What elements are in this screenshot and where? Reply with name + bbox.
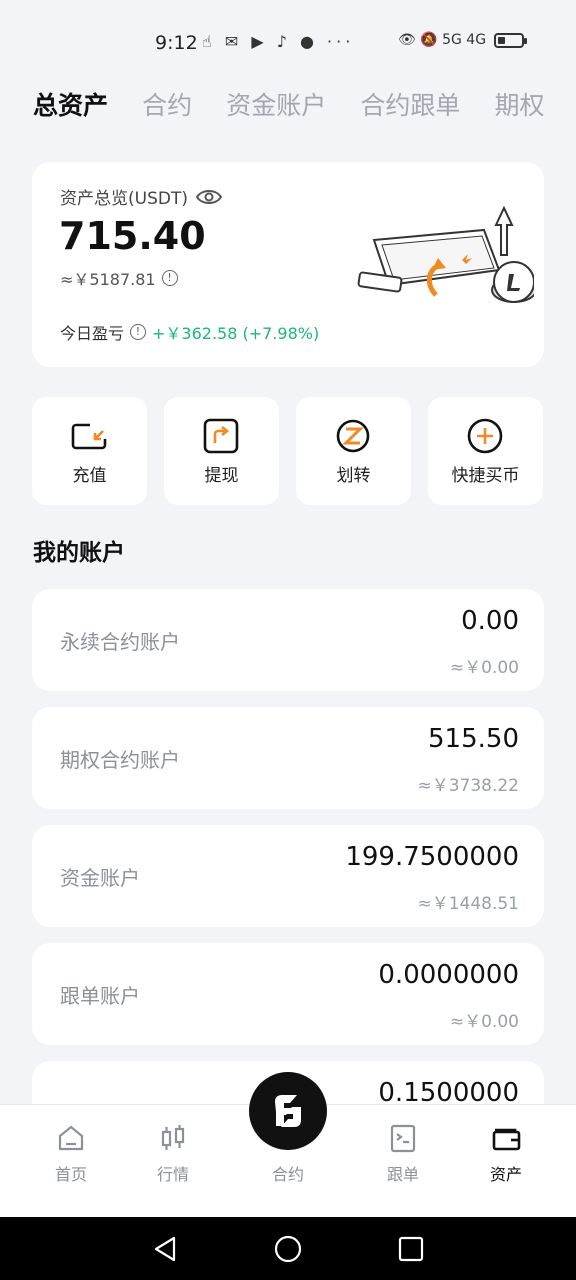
back-icon[interactable] [150, 1234, 180, 1264]
overview-label: 资产总览(USDT) [60, 189, 188, 209]
status-bar: 9:12 ☝ ✉ ▶ ♪ ● ··· 👁 🔕 5G 4G [0, 0, 576, 84]
withdraw-label: 提现 [204, 466, 239, 486]
account-name: 跟单账户 [60, 984, 140, 1008]
account-cny: ≈￥0.00 [449, 1012, 519, 1032]
account-value: 0.00 [461, 606, 519, 636]
withdraw-icon [203, 418, 239, 454]
home-circle-icon[interactable] [273, 1234, 303, 1264]
contract-logo-icon [275, 1095, 301, 1127]
tab-funding-account[interactable]: 资金账户 [226, 86, 326, 126]
system-navigation-bar [0, 1217, 576, 1280]
account-row-options[interactable]: 期权合约账户 515.50 ≈￥3738.22 [32, 707, 544, 809]
overview-label-row: 资产总览(USDT) [60, 184, 222, 209]
nav-home-label: 首页 [54, 1165, 87, 1184]
quick-buy-button[interactable]: 快捷买币 [428, 397, 543, 505]
tab-copy-trading[interactable]: 合约跟单 [360, 86, 460, 126]
copy-trade-icon [390, 1124, 416, 1153]
account-row-perpetual[interactable]: 永续合约账户 0.00 ≈￥0.00 [32, 589, 544, 691]
status-right-icons: 👁 🔕 5G 4G [398, 32, 528, 48]
total-assets-cny: ≈￥5187.81 [60, 270, 156, 289]
deposit-icon [71, 423, 107, 450]
transfer-icon [336, 419, 370, 453]
nav-market-label: 行情 [156, 1165, 189, 1184]
total-assets-cny-row: ≈￥5187.81 ! [60, 266, 178, 290]
tab-contract[interactable]: 合约 [142, 86, 192, 126]
transfer-button[interactable]: 划转 [296, 397, 411, 505]
account-cny: ≈￥3738.22 [417, 776, 519, 796]
center-contract-button[interactable] [249, 1072, 327, 1150]
account-value: 515.50 [428, 724, 519, 754]
my-accounts-title: 我的账户 [33, 540, 125, 566]
nav-copy-trade[interactable]: 跟单 [363, 1105, 443, 1218]
account-value: 0.0000000 [378, 960, 519, 990]
quick-buy-icon [467, 418, 503, 454]
account-value: 199.7500000 [345, 842, 519, 872]
deposit-label: 充值 [72, 466, 107, 486]
quick-buy-label: 快捷买币 [451, 466, 520, 486]
info-icon[interactable]: ! [161, 270, 178, 286]
info-icon[interactable]: ! [130, 324, 147, 340]
tab-options[interactable]: 期权 [494, 86, 544, 126]
deposit-button[interactable]: 充值 [32, 397, 147, 505]
today-pnl-value: +￥362.58 (+7.98%) [152, 324, 320, 343]
transfer-label: 划转 [336, 466, 371, 486]
eye-icon[interactable] [195, 188, 222, 206]
candlestick-icon [161, 1125, 185, 1150]
battery-icon [494, 32, 528, 48]
nav-assets[interactable]: 资产 [466, 1105, 546, 1218]
account-cny: ≈￥1448.51 [417, 894, 519, 914]
total-assets-value: 715.40 [59, 214, 206, 258]
account-cny: ≈￥0.00 [449, 658, 519, 678]
notification-icons: ☝ ✉ ▶ ♪ ● ··· [202, 32, 355, 51]
nav-market[interactable]: 行情 [133, 1105, 213, 1218]
account-name: 资金账户 [60, 866, 140, 890]
account-name: 期权合约账户 [60, 748, 180, 772]
account-row-copy-trading[interactable]: 跟单账户 0.0000000 ≈￥0.00 [32, 943, 544, 1045]
account-name: 永续合约账户 [60, 630, 180, 654]
nav-home[interactable]: 首页 [31, 1105, 111, 1218]
asset-tabs: 总资产 合约 资金账户 合约跟单 期权 [33, 86, 576, 126]
recents-icon[interactable] [396, 1234, 426, 1264]
nav-assets-label: 资产 [489, 1165, 522, 1184]
wallet-icon [492, 1128, 521, 1151]
wallet-illustration-icon [357, 205, 534, 303]
account-row-funding[interactable]: 资金账户 199.7500000 ≈￥1448.51 [32, 825, 544, 927]
nav-copy-trade-label: 跟单 [386, 1165, 419, 1184]
home-icon [58, 1125, 84, 1151]
withdraw-button[interactable]: 提现 [164, 397, 279, 505]
signal-icons: 👁 🔕 5G 4G [398, 32, 487, 48]
nav-contract-label: 合约 [271, 1165, 304, 1184]
status-time: 9:12 [155, 32, 198, 54]
asset-overview-card: 资产总览(USDT) 715.40 ≈￥5187.81 ! 今日盈亏 ! +￥3… [32, 162, 544, 367]
today-pnl-label: 今日盈亏 [60, 324, 125, 343]
tab-total-assets[interactable]: 总资产 [33, 86, 108, 126]
today-pnl-row: 今日盈亏 ! +￥362.58 (+7.98%) [60, 320, 319, 344]
